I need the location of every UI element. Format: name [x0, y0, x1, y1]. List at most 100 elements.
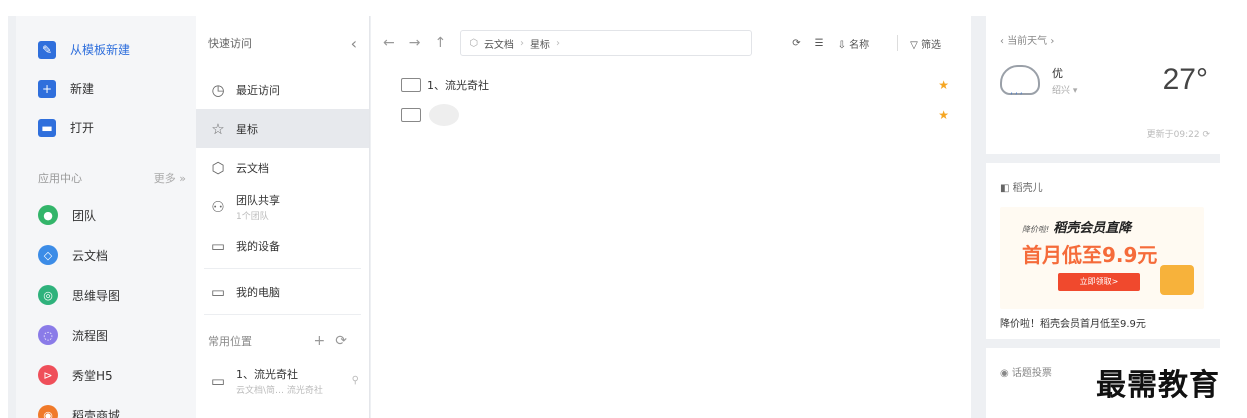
app-label: 稻壳商城: [72, 408, 121, 418]
star-filled-icon[interactable]: ★: [938, 108, 949, 122]
app-item-store[interactable]: ◉ 稻壳商城: [16, 395, 196, 418]
breadcrumb-item[interactable]: 云文档: [484, 36, 514, 51]
quick-item-cloud-doc[interactable]: ⬡ 云文档: [196, 148, 369, 187]
refresh-icon[interactable]: ⟳: [335, 333, 357, 349]
promo-caption[interactable]: 降价啦！稻壳会员首月低至9.9元: [1000, 315, 1146, 330]
refresh-icon[interactable]: ⟳: [1202, 130, 1210, 140]
file-row[interactable]: 1、流光奇社 ★: [371, 70, 971, 100]
app-item-h5[interactable]: ⊳ 秀堂H5: [16, 355, 196, 395]
add-icon[interactable]: +: [314, 333, 336, 349]
back-arrow-icon[interactable]: ←: [383, 35, 395, 51]
nav-label: 新建: [70, 82, 95, 96]
common-actions: +⟳: [314, 333, 357, 349]
up-arrow-icon[interactable]: ↑: [434, 35, 446, 51]
new-from-template-button[interactable]: ✎ 从模板新建: [16, 30, 196, 69]
rain-cloud-icon: ’’’: [1000, 65, 1040, 102]
h5-icon: ⊳: [38, 365, 58, 385]
breadcrumb[interactable]: ⬡ 云文档 › 星标 ›: [460, 30, 753, 56]
sort-label: 名称: [849, 39, 870, 51]
file-row[interactable]: ★: [371, 100, 971, 130]
folder-icon: ▭: [210, 371, 226, 390]
topic-icon: ◉: [1000, 368, 1009, 379]
file-icon: [401, 108, 421, 122]
temperature: 27°: [1162, 63, 1208, 96]
daoke-card: ◧ 稻壳儿 降价啦! 稻壳会员直降 首月低至9.9元 立即领取> 降价啦！稻壳会员…: [986, 163, 1220, 339]
store-icon: ◉: [38, 405, 58, 418]
folder-open-icon: ▬: [38, 118, 56, 137]
quick-item-sub: 1个团队: [236, 211, 269, 222]
watermark: 最需教育: [1096, 368, 1220, 403]
weather-updated: 更新于09:22 ⟳: [1147, 127, 1210, 140]
app-label: 秀堂H5: [72, 368, 113, 383]
new-button[interactable]: + 新建: [16, 69, 196, 108]
common-locations-title: 常用位置: [208, 335, 252, 348]
claim-button[interactable]: 立即领取>: [1058, 273, 1140, 291]
quick-item-label: 星标: [236, 122, 258, 136]
common-location-item[interactable]: ▭ 1、流光奇社 云文档\简… 流光奇社 ⚲: [196, 361, 369, 400]
file-area: ← → ↑ ⬡ 云文档 › 星标 › ⟳ ☰ ⇩ 名称 ▽ 筛选 1、流光奇社 …: [371, 16, 971, 418]
quick-item-text: 1、流光奇社 云文档\简… 流光奇社: [236, 366, 323, 396]
more-link[interactable]: 更多 »: [154, 170, 186, 186]
app-item-team[interactable]: ● 团队: [16, 195, 196, 235]
quick-item-starred[interactable]: ☆ 星标: [196, 109, 369, 148]
divider: [204, 268, 361, 269]
app-item-flowchart[interactable]: ◌ 流程图: [16, 315, 196, 355]
open-button[interactable]: ▬ 打开: [16, 108, 196, 147]
star-filled-icon[interactable]: ★: [938, 78, 949, 92]
divider: [897, 35, 899, 51]
weather-card: ‹ 当前天气 › ’’’ 优 绍兴 ▾ 27° 更新于09:22 ⟳: [986, 16, 1220, 154]
quick-item-team-share[interactable]: ⚇ 团队共享 1个团队: [196, 187, 369, 226]
promo-prefix: 降价啦!: [1022, 225, 1050, 234]
file-name: 1、流光奇社: [427, 79, 489, 92]
common-location-sub: 云文档\简… 流光奇社: [236, 385, 323, 396]
quick-item-devices[interactable]: ▭ 我的设备: [196, 226, 369, 265]
cube-icon: ⬡: [469, 37, 478, 49]
right-sidebar: ‹ 当前天气 › ’’’ 优 绍兴 ▾ 27° 更新于09:22 ⟳ ◧ 稻壳儿: [986, 16, 1220, 418]
mindmap-icon: ◎: [38, 285, 58, 305]
divider: [204, 314, 361, 315]
city-selector[interactable]: 绍兴 ▾: [1052, 83, 1077, 96]
file-toolbar: ← → ↑ ⬡ 云文档 › 星标 › ⟳ ☰ ⇩ 名称 ▽ 筛选: [371, 16, 971, 70]
pin-icon[interactable]: ⚲: [352, 375, 359, 386]
filter-label: 筛选: [921, 39, 941, 51]
quick-item-label: 最近访问: [236, 83, 280, 97]
quick-item-label: 我的设备: [236, 239, 280, 253]
template-new-icon: ✎: [38, 40, 56, 59]
clock-icon: ◷: [211, 80, 225, 99]
list-view-icon[interactable]: ☰: [815, 38, 824, 49]
quick-item-recent[interactable]: ◷ 最近访问: [196, 70, 369, 109]
section-title: 应用中心: [38, 172, 82, 185]
weather-header: ‹ 当前天气 ›: [986, 16, 1220, 47]
weather-body: ’’’ 优 绍兴 ▾ 27°: [986, 47, 1220, 102]
collapse-chevron-icon[interactable]: ‹: [351, 34, 357, 53]
app-label: 云文档: [72, 248, 109, 263]
app-item-cloud-doc[interactable]: ◇ 云文档: [16, 235, 196, 275]
weather-text: 优 绍兴 ▾: [1052, 65, 1077, 96]
app-item-mindmap[interactable]: ◎ 思维导图: [16, 275, 196, 315]
left-nav: ✎ 从模板新建 + 新建 ▬ 打开 应用中心 更多 » ● 团队 ◇ 云文档 ◎…: [16, 16, 196, 418]
devices-icon: ▭: [210, 236, 226, 255]
promo-headline: 降价啦! 稻壳会员直降: [1022, 217, 1131, 236]
app-label: 流程图: [72, 328, 109, 343]
refresh-icon[interactable]: ⟳: [792, 38, 800, 49]
filter-button[interactable]: ▽ 筛选: [910, 36, 955, 51]
promo-banner[interactable]: 降价啦! 稻壳会员直降 首月低至9.9元 立即领取>: [1000, 207, 1204, 309]
quick-item-label: 团队共享: [236, 193, 280, 207]
chevron-right-icon[interactable]: ›: [1050, 36, 1054, 47]
breadcrumb-item[interactable]: 星标: [530, 36, 550, 51]
chevron-left-icon[interactable]: ‹: [1000, 36, 1004, 47]
forward-arrow-icon[interactable]: →: [409, 35, 421, 51]
nav-label: 从模板新建: [70, 43, 131, 57]
gift-box-icon: [1160, 265, 1194, 295]
star-outline-icon: ☆: [211, 119, 225, 138]
monitor-icon: ▭: [210, 282, 226, 301]
app-window: ✎ 从模板新建 + 新建 ▬ 打开 应用中心 更多 » ● 团队 ◇ 云文档 ◎…: [8, 16, 1220, 418]
sort-button[interactable]: ⇩ 名称: [838, 36, 884, 51]
plus-icon: +: [38, 79, 56, 98]
quick-item-label: 云文档: [236, 161, 269, 175]
toolbar-actions: ⟳ ☰ ⇩ 名称 ▽ 筛选: [792, 35, 969, 51]
quick-item-my-computer[interactable]: ▭ 我的电脑: [196, 272, 369, 311]
updated-time: 更新于09:22: [1146, 130, 1200, 140]
quick-access-header: 快速访问 ‹: [196, 16, 369, 70]
common-locations-header: 常用位置 +⟳: [196, 321, 369, 361]
